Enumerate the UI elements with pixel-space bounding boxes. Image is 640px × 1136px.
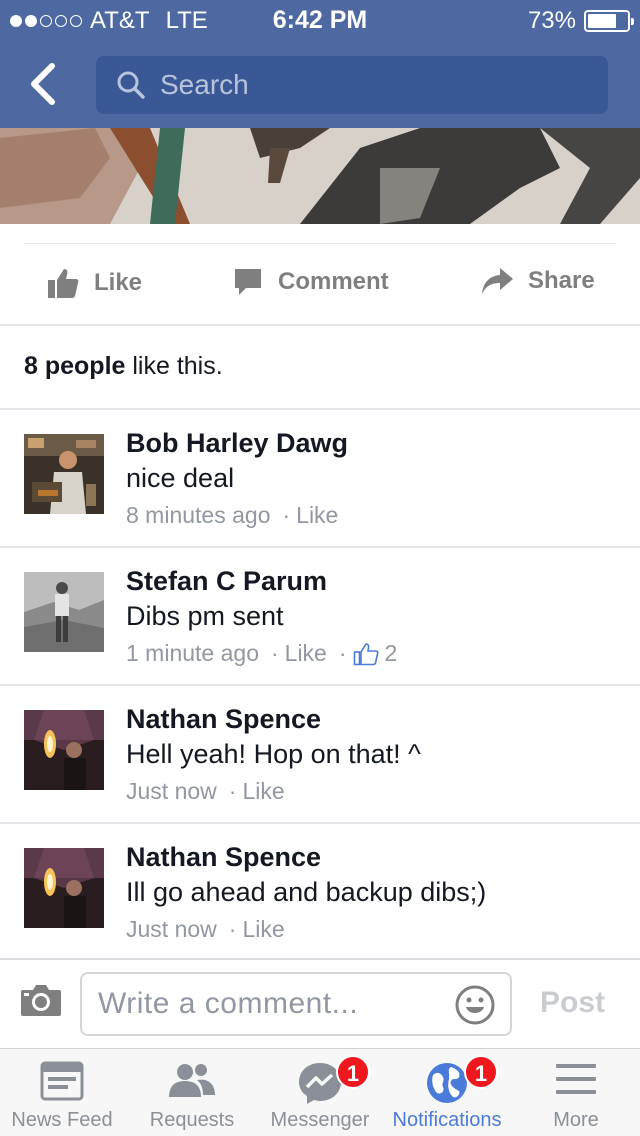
likes-suffix: like this. xyxy=(125,352,223,380)
comment-label: Comment xyxy=(278,268,389,295)
meta-separator: · xyxy=(228,916,237,942)
comment-bubble-icon xyxy=(235,269,261,295)
meta-separator: · xyxy=(282,502,291,528)
menu-icon xyxy=(556,1064,596,1094)
tab-requests[interactable]: Requests xyxy=(128,1049,256,1136)
meta-separator: · xyxy=(228,778,237,804)
comment-like-link[interactable]: Like xyxy=(285,640,327,667)
tab-label: Requests xyxy=(149,1109,235,1131)
nav-bar: Search xyxy=(0,40,640,128)
comment-like-link[interactable]: Like xyxy=(242,916,284,943)
tab-label: News Feed xyxy=(11,1109,113,1131)
comment-text: Hell yeah! Hop on that! ^ xyxy=(126,739,421,769)
divider xyxy=(24,243,616,244)
post-photo[interactable] xyxy=(0,128,640,224)
comment-time: 1 minute ago xyxy=(126,640,259,666)
meta-separator: · xyxy=(338,640,347,666)
search-icon xyxy=(117,71,145,99)
post-button[interactable]: Post xyxy=(540,986,605,1020)
comment-item: Bob Harley Dawg nice deal 8 minutes ago … xyxy=(0,410,640,548)
avatar[interactable] xyxy=(24,710,104,790)
comment-text: nice deal xyxy=(126,463,235,493)
battery-icon xyxy=(584,10,634,32)
thumbs-up-outline-icon xyxy=(353,642,379,665)
commenter-name[interactable]: Bob Harley Dawg xyxy=(126,428,348,459)
post-actions: Like Comment Share xyxy=(0,246,640,324)
avatar[interactable] xyxy=(24,572,104,652)
comment-meta: Just now · Like xyxy=(126,916,285,943)
globe-icon xyxy=(427,1063,467,1103)
comment-text: Dibs pm sent xyxy=(126,601,284,631)
camera-button[interactable] xyxy=(20,982,62,1023)
comment-item: Nathan Spence Ill go ahead and backup di… xyxy=(0,824,640,962)
comment-like-link[interactable]: Like xyxy=(242,778,284,805)
tab-label: Notifications xyxy=(392,1109,502,1131)
comment-meta: Just now · Like xyxy=(126,778,285,805)
tab-news-feed[interactable]: News Feed xyxy=(0,1049,124,1136)
share-button[interactable]: Share xyxy=(480,266,595,296)
avatar[interactable] xyxy=(24,848,104,928)
status-bar: AT&T LTE 6:42 PM 73% xyxy=(0,0,640,40)
tab-bar: News Feed Requests 1 Messenger 1 Notific… xyxy=(0,1048,640,1136)
thumbs-up-icon xyxy=(48,269,79,298)
share-label: Share xyxy=(528,267,595,294)
tab-messenger[interactable]: 1 Messenger xyxy=(256,1049,384,1136)
news-feed-icon xyxy=(40,1061,84,1101)
friend-requests-icon xyxy=(169,1062,215,1097)
comment-input[interactable]: Write a comment... xyxy=(80,972,512,1036)
tab-label: Messenger xyxy=(270,1109,370,1131)
back-button[interactable] xyxy=(22,60,70,108)
comment-placeholder: Write a comment... xyxy=(98,987,359,1020)
likes-count[interactable]: 8 people xyxy=(24,352,125,380)
status-right: 73% xyxy=(527,7,634,35)
tab-more[interactable]: More xyxy=(512,1049,640,1136)
like-label: Like xyxy=(94,269,143,296)
chevron-left-icon xyxy=(31,63,55,105)
comment-time: 8 minutes ago xyxy=(126,502,271,528)
camera-icon xyxy=(21,985,61,1016)
battery-percent: 73% xyxy=(527,7,576,34)
divider xyxy=(0,324,640,326)
comment-time: Just now xyxy=(126,778,217,804)
comment-like-link[interactable]: Like xyxy=(296,502,338,529)
comment-composer: Write a comment... Post xyxy=(0,958,640,1048)
notifications-badge: 1 xyxy=(464,1055,498,1089)
comment-like-count[interactable]: 2 xyxy=(385,640,398,667)
likes-summary[interactable]: 8 people like this. xyxy=(24,352,223,381)
comment-item: Nathan Spence Hell yeah! Hop on that! ^ … xyxy=(0,686,640,824)
comment-meta: 8 minutes ago · Like xyxy=(126,502,338,529)
comment-item: Stefan C Parum Dibs pm sent 1 minute ago… xyxy=(0,548,640,686)
tab-label: More xyxy=(553,1109,599,1131)
commenter-name[interactable]: Nathan Spence xyxy=(126,704,321,735)
comment-button[interactable]: Comment xyxy=(232,266,389,298)
meta-separator: · xyxy=(270,640,279,666)
commenter-name[interactable]: Stefan C Parum xyxy=(126,566,327,597)
comment-text: Ill go ahead and backup dibs;) xyxy=(126,877,487,907)
like-button[interactable]: Like xyxy=(46,266,142,300)
avatar[interactable] xyxy=(24,434,104,514)
share-arrow-icon xyxy=(482,268,513,294)
commenter-name[interactable]: Nathan Spence xyxy=(126,842,321,873)
comment-meta: 1 minute ago · Like · 2 xyxy=(126,640,397,667)
tab-notifications[interactable]: 1 Notifications xyxy=(384,1049,510,1136)
post-photo-image xyxy=(0,128,640,224)
messenger-badge: 1 xyxy=(336,1055,370,1089)
emoji-sticker-icon[interactable] xyxy=(454,984,496,1026)
search-input[interactable]: Search xyxy=(96,56,608,114)
search-placeholder: Search xyxy=(160,69,249,100)
comment-time: Just now xyxy=(126,916,217,942)
